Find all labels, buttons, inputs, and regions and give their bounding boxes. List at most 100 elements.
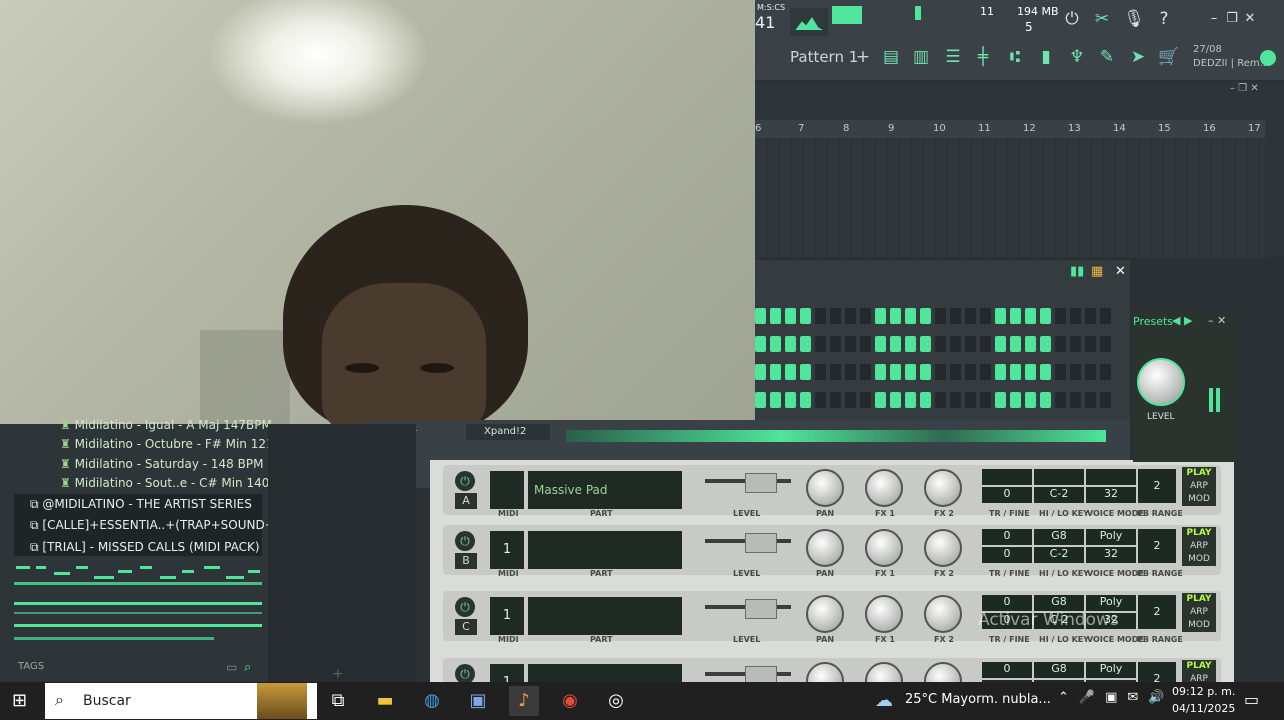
plugin-icon[interactable]: ♆ <box>1064 44 1090 70</box>
step-button[interactable] <box>755 392 766 408</box>
preset-nav-icons[interactable]: ◀ ▶ <box>1172 314 1192 327</box>
step-button[interactable] <box>1040 336 1051 352</box>
hi-key-value[interactable]: G8 <box>1034 662 1084 678</box>
pan-knob[interactable] <box>806 529 844 567</box>
edge-icon[interactable]: ◍ <box>417 686 447 716</box>
close-icon[interactable]: ✕ <box>1115 264 1126 279</box>
step-button[interactable] <box>1100 364 1111 380</box>
hi-key-value[interactable] <box>1034 469 1084 485</box>
plugin-window-controls[interactable]: – ✕ <box>1208 314 1226 327</box>
lo-key-value[interactable]: C-2 <box>1034 547 1084 563</box>
part-selector[interactable]: Massive Pad <box>528 471 682 509</box>
step-button[interactable] <box>890 364 901 380</box>
step-button[interactable] <box>1025 336 1036 352</box>
step-button[interactable] <box>995 336 1006 352</box>
step-button[interactable] <box>815 308 826 324</box>
notifications-icon[interactable]: ▭ <box>1244 690 1259 709</box>
browser-folder[interactable]: ⧉ @MIDILATINO - THE ARTIST SERIES <box>30 497 252 512</box>
part-selector[interactable] <box>528 531 682 569</box>
globe-icon[interactable] <box>1260 50 1276 66</box>
chrome-icon[interactable]: ◉ <box>555 686 585 716</box>
play-button[interactable]: PLAY <box>1182 593 1216 606</box>
step-button[interactable] <box>935 336 946 352</box>
voice-mode-value[interactable]: Poly <box>1086 529 1136 545</box>
step-button[interactable] <box>1070 364 1081 380</box>
step-button[interactable] <box>1085 364 1096 380</box>
step-button[interactable] <box>905 364 916 380</box>
arp-button[interactable]: ARP <box>1182 606 1216 619</box>
level-slider[interactable] <box>745 533 777 553</box>
tr-value[interactable]: 0 <box>982 595 1032 611</box>
step-button[interactable] <box>1100 392 1111 408</box>
step-button[interactable] <box>995 364 1006 380</box>
fx2-knob[interactable] <box>924 595 962 633</box>
add-icon[interactable]: + <box>332 666 344 682</box>
clock-date[interactable]: 04/11/2025 <box>1172 702 1235 715</box>
step-button[interactable] <box>815 336 826 352</box>
app-icon[interactable]: ▣ <box>463 686 493 716</box>
file-explorer-icon[interactable]: ▬ <box>370 686 400 716</box>
step-button[interactable] <box>1055 392 1066 408</box>
news-text[interactable]: DEDZII | Rem... <box>1193 58 1269 69</box>
step-button[interactable] <box>755 308 766 324</box>
clock-time[interactable]: 09:12 p. m. <box>1172 685 1235 698</box>
voice-mode-value[interactable]: Poly <box>1086 595 1136 611</box>
step-button[interactable] <box>800 364 811 380</box>
windows-start-icon[interactable]: ⊞ <box>12 690 27 711</box>
browser-file[interactable]: ♜ Midilatino - Octubre - F# Min 121BPM <box>60 437 299 451</box>
step-button[interactable] <box>1070 336 1081 352</box>
step-button[interactable] <box>1040 364 1051 380</box>
step-button[interactable] <box>1010 336 1021 352</box>
step-button[interactable] <box>980 308 991 324</box>
step-button[interactable] <box>980 336 991 352</box>
step-button[interactable] <box>770 392 781 408</box>
step-button[interactable] <box>950 392 961 408</box>
step-button[interactable] <box>950 364 961 380</box>
step-button[interactable] <box>950 308 961 324</box>
voice-mode-value[interactable] <box>1086 469 1136 485</box>
piano-roll-icon[interactable]: ▥ <box>908 44 934 70</box>
play-button[interactable]: PLAY <box>1182 660 1216 673</box>
step-button[interactable] <box>845 364 856 380</box>
step-button[interactable] <box>965 308 976 324</box>
step-button[interactable] <box>995 392 1006 408</box>
pattern-icon[interactable]: ▦ <box>1091 264 1103 279</box>
fl-studio-icon[interactable]: ♪ <box>509 686 539 716</box>
waveform-icon[interactable] <box>790 8 828 36</box>
step-button[interactable] <box>815 392 826 408</box>
step-button[interactable] <box>785 336 796 352</box>
midi-channel[interactable]: 1 <box>490 597 524 635</box>
arp-button[interactable]: ARP <box>1182 480 1216 493</box>
tr-value[interactable]: 0 <box>982 662 1032 678</box>
presets-label[interactable]: Presets <box>1133 315 1173 328</box>
browser-folder[interactable]: ⧉ [TRIAL] - MISSED CALLS (MIDI PACK) <box>30 540 260 555</box>
weather-icon[interactable]: ☁ <box>875 690 893 711</box>
mode-number[interactable]: 2 <box>1138 529 1176 563</box>
power-icon[interactable]: ⏻ <box>455 597 475 617</box>
step-button[interactable] <box>1025 364 1036 380</box>
step-button[interactable] <box>905 336 916 352</box>
step-button[interactable] <box>935 392 946 408</box>
step-grid[interactable] <box>755 308 1115 418</box>
mic-icon[interactable]: 🎙 <box>1121 6 1147 32</box>
step-button[interactable] <box>890 336 901 352</box>
step-button[interactable] <box>890 392 901 408</box>
step-button[interactable] <box>1055 308 1066 324</box>
step-button[interactable] <box>1100 308 1111 324</box>
step-button[interactable] <box>1025 308 1036 324</box>
step-button[interactable] <box>875 308 886 324</box>
level-slider[interactable] <box>745 599 777 619</box>
step-button[interactable] <box>1010 364 1021 380</box>
fx1-knob[interactable] <box>865 529 903 567</box>
voice-mode-value[interactable]: Poly <box>1086 662 1136 678</box>
step-button[interactable] <box>920 336 931 352</box>
mod-button[interactable]: MOD <box>1182 493 1216 506</box>
step-button[interactable] <box>920 308 931 324</box>
step-button[interactable] <box>905 308 916 324</box>
window-controls[interactable]: – ❐ ✕ <box>1230 83 1259 94</box>
step-button[interactable] <box>755 364 766 380</box>
step-button[interactable] <box>830 308 841 324</box>
step-button[interactable] <box>1055 364 1066 380</box>
step-button[interactable] <box>875 336 886 352</box>
playlist-icon[interactable]: ▤ <box>878 44 904 70</box>
